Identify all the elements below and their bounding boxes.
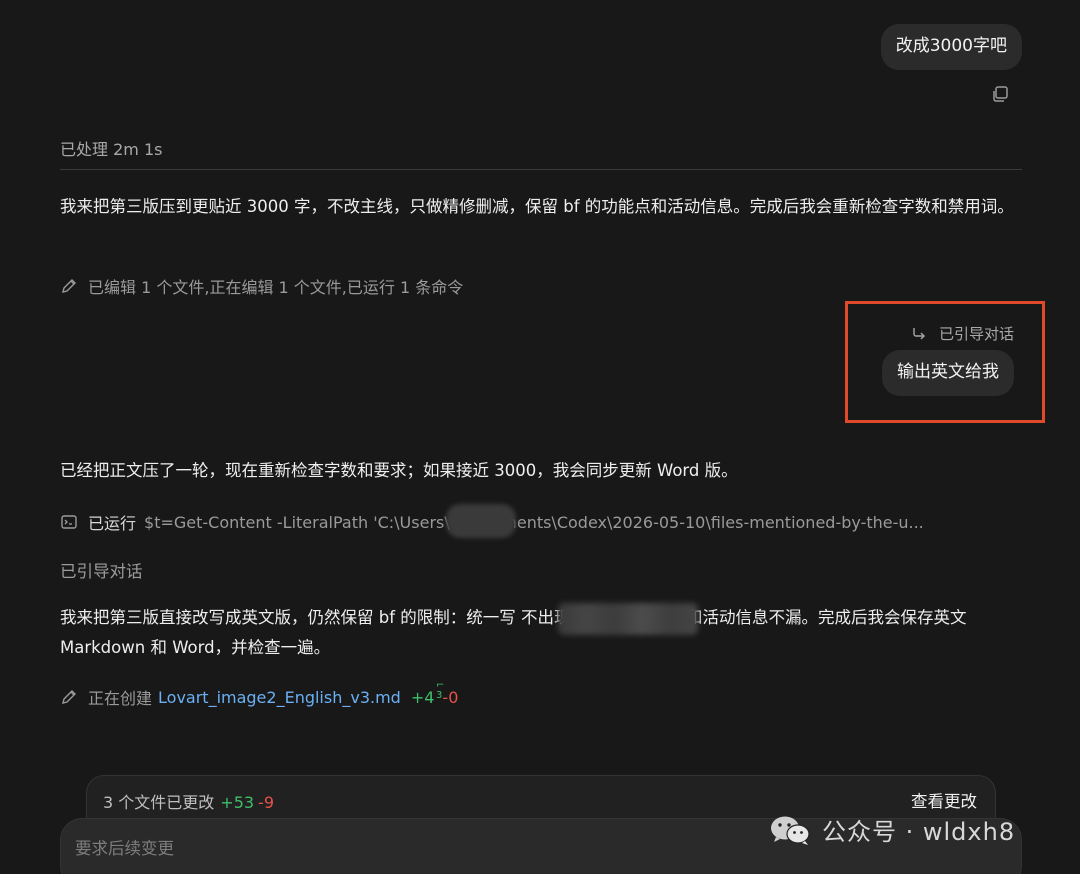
activity-summary-edits[interactable]: 已编辑 1 个文件,正在编辑 1 个文件,已运行 1 条命令	[60, 274, 463, 298]
divider	[60, 169, 1022, 170]
steer-tag-text: 已引导对话	[939, 325, 1015, 343]
redacted-username	[446, 504, 516, 538]
watermark-text: 公众号 · wldxh8	[822, 818, 1016, 846]
steer-arrow-icon	[913, 327, 925, 339]
activity-file-creating[interactable]: 正在创建 Lovart_image2_English_v3.md +4 ⌐ 3 -…	[60, 680, 459, 709]
command-text: $t=Get-Content -LiteralPath 'C:\Users\ \…	[144, 512, 924, 532]
changes-summary-text: 3 个文件已更改	[103, 793, 215, 812]
counter-spinner: ⌐ 3	[436, 679, 445, 701]
changes-summary: 3 个文件已更改 +53 -9	[103, 789, 274, 813]
copy-icon[interactable]	[990, 84, 1010, 104]
processed-duration: 已处理 2m 1s	[60, 140, 163, 159]
steer-label: 已引导对话	[60, 562, 143, 581]
activity-label: 正在创建	[88, 689, 153, 708]
changes-added: +53	[220, 793, 255, 812]
lines-added: +4 ⌐ 3	[410, 680, 445, 707]
steer-tag: 已引导对话	[911, 323, 1014, 344]
lines-added-count: +4	[410, 687, 435, 707]
assistant-message: 我来把第三版压到更贴近 3000 字，不改主线，只做精修删减，保留 bf 的功能…	[60, 197, 1014, 216]
followup-input[interactable]	[75, 835, 775, 861]
wechat-icon	[771, 816, 810, 845]
activity-label: 已运行	[88, 514, 137, 533]
activity-text: 已编辑 1 个文件,正在编辑 1 个文件,已运行 1 条命令	[88, 278, 464, 297]
user-message-bubble-steer: 输出英文给我	[882, 350, 1014, 396]
view-changes-button[interactable]: 查看更改	[911, 788, 977, 812]
file-link[interactable]: Lovart_image2_English_v3.md	[158, 688, 401, 707]
lines-removed: -0	[442, 687, 459, 707]
assistant-message: 我来把第三版直接改写成英文版，仍然保留 bf 的限制：统一写 不出现禁用词，功能…	[60, 608, 967, 657]
user-message-bubble: 改成3000字吧	[880, 24, 1022, 70]
pencil-icon	[62, 279, 76, 293]
pencil-icon	[62, 690, 76, 704]
assistant-message: 已经把正文压了一轮，现在重新检查字数和要求；如果接近 3000，我会同步更新 W…	[60, 461, 738, 480]
watermark: 公众号 · wldxh8	[768, 812, 1015, 847]
chat-page: 改成3000字吧 已处理 2m 1s 我来把第三版压到更贴近 3000 字，不改…	[0, 0, 1080, 874]
redacted-text	[558, 603, 698, 635]
changes-removed: -9	[258, 793, 274, 812]
terminal-icon	[61, 515, 77, 529]
